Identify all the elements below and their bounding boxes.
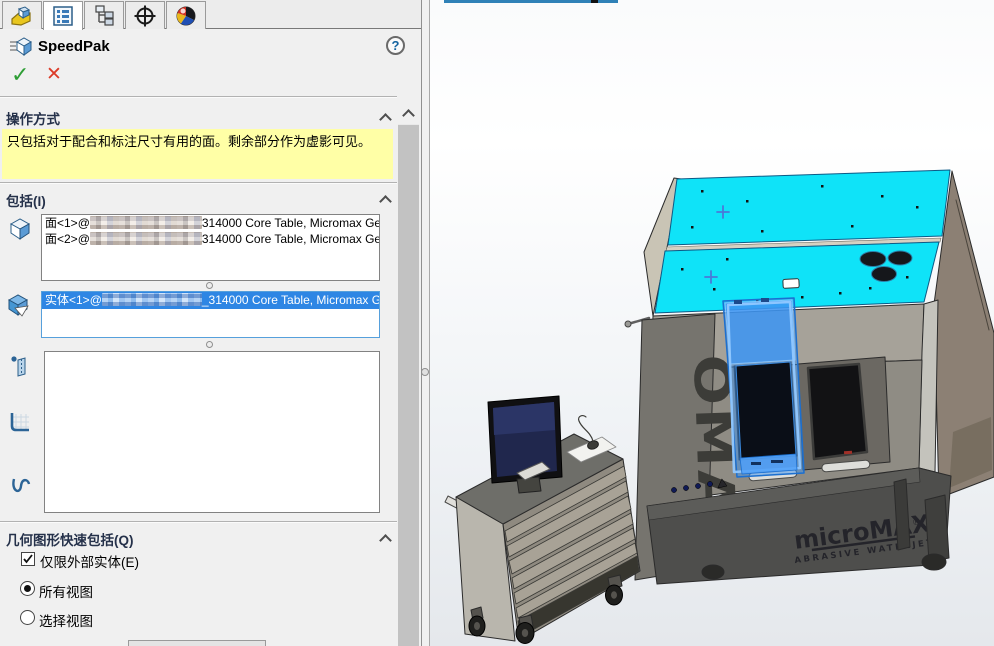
machine-window-right [808,364,867,459]
list-item-face-1[interactable]: 面<1>@314000 Core Table, Micromax Gen 2 [42,215,379,231]
operation-note: 只包括对于配合和标注尺寸有用的面。剩余部分作为虚影可见。 [2,129,393,179]
censored-text-block [102,293,202,306]
divider [0,521,397,523]
list-item-body-1-selected[interactable]: 实体<1>@_314000 Core Table, Micromax Ge [42,292,379,309]
panel-splitter-grip[interactable] [421,368,429,376]
selected-views-label: 选择视图 [39,610,93,630]
all-views-label: 所有视图 [39,581,93,601]
curve-selection-icon [10,473,34,497]
machine-model[interactable]: OMAX [625,170,994,584]
check-icon [22,553,34,565]
selected-body-door[interactable] [723,298,804,477]
section-header-include[interactable]: 包括(I) [6,190,46,210]
speedpak-icon [9,34,35,58]
chevron-up-icon [402,109,415,122]
solidworks-window: SpeedPak ? ✓ ✕ 操作方式 只包括对于配合和标注尺寸有用的面。剩余部… [0,0,994,646]
property-manager-panel: SpeedPak ? ✓ ✕ 操作方式 只包括对于配合和标注尺寸有用的面。剩余部… [0,0,421,646]
external-bodies-label: 仅限外部实体(E) [40,551,139,571]
viewport-3d-scene[interactable]: OMAX [430,0,994,646]
feature-manager-tree-icon [9,5,35,27]
collapse-chevron-icon[interactable] [379,113,392,126]
extra-include-listbox[interactable] [44,351,380,513]
help-button[interactable]: ? [386,36,405,55]
scrollbar-up-button[interactable] [398,103,419,124]
tab-feature-manager[interactable] [2,1,42,29]
panel-gap [422,0,429,646]
radio-dot [24,585,31,592]
section-header-quick-include[interactable]: 几何图形快速包括(Q) [6,529,134,549]
all-views-radio[interactable] [20,581,35,596]
listbox-resize-grip[interactable] [206,341,213,348]
faces-listbox[interactable]: 面<1>@314000 Core Table, Micromax Gen 2 面… [41,214,380,281]
collapse-chevron-icon[interactable] [379,195,392,208]
bodies-listbox[interactable]: 实体<1>@_314000 Core Table, Micromax Ge [41,291,380,338]
censored-text-block [90,232,202,245]
tool-cart[interactable] [445,396,640,644]
cancel-button[interactable]: ✕ [46,63,62,86]
property-manager-icon [52,6,74,26]
page-title: SpeedPak [38,38,110,55]
reference-geometry-icon [9,355,33,379]
divider [0,96,397,98]
tab-configuration-manager[interactable] [84,1,124,29]
graphics-viewport[interactable]: OMAX [429,0,994,646]
panel-scrollbar[interactable] [398,103,419,646]
scrollbar-thumb[interactable] [398,125,419,646]
dimxpert-manager-icon [133,4,157,28]
tab-display-manager[interactable] [166,1,206,29]
configuration-manager-icon [92,5,116,27]
surface-selection-icon [7,409,33,435]
cutoff-control [128,640,266,646]
body-selection-icon [5,293,33,319]
censored-text-block [90,216,202,229]
divider [0,182,397,184]
tab-dimxpert-manager[interactable] [125,1,165,29]
display-manager-icon [174,4,198,28]
tab-property-manager[interactable] [43,1,83,30]
section-header-operation[interactable]: 操作方式 [6,108,60,128]
face-selection-icon [7,216,33,242]
speedpak-title-row: SpeedPak ? [0,30,421,60]
manager-tab-bar [0,0,421,29]
collapse-chevron-icon[interactable] [379,534,392,547]
listbox-resize-grip[interactable] [206,282,213,289]
list-item-face-2[interactable]: 面<2>@314000 Core Table, Micromax Gen 2 [42,231,379,247]
selected-views-radio[interactable] [20,610,35,625]
ok-button[interactable]: ✓ [11,62,29,88]
selected-top-faces[interactable] [655,170,950,313]
external-bodies-checkbox[interactable] [21,552,35,566]
